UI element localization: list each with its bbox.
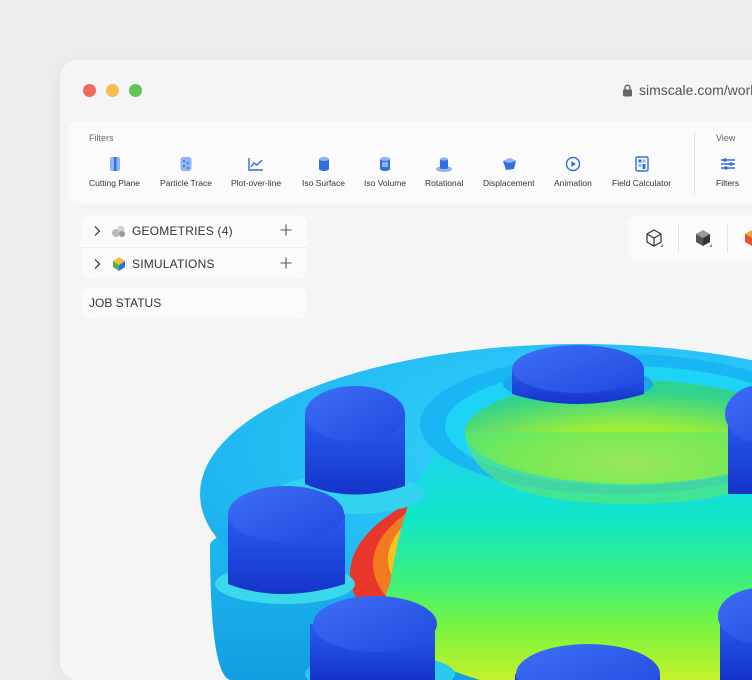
cube-results-icon bbox=[745, 230, 752, 246]
cube-solid-icon bbox=[696, 230, 712, 247]
job-status-panel[interactable]: JOB STATUS bbox=[81, 288, 307, 319]
app-window: simscale.com/work Filters Cutting Plane … bbox=[60, 60, 752, 680]
solid-view-button[interactable] bbox=[679, 215, 727, 261]
url-text: simscale.com/work bbox=[639, 82, 752, 98]
filters-toolbar: Filters Cutting Plane Particle Trace Plo… bbox=[68, 122, 752, 204]
cutting-plane-tool[interactable]: Cutting Plane bbox=[89, 152, 140, 188]
add-geometry-button[interactable] bbox=[280, 224, 292, 236]
maximize-window-button[interactable] bbox=[129, 84, 142, 97]
iso-volume-icon bbox=[380, 157, 391, 171]
view-section-label: View bbox=[716, 133, 736, 143]
results-view-button[interactable] bbox=[728, 215, 752, 261]
displacement-icon bbox=[502, 158, 516, 170]
geometries-icon bbox=[112, 225, 125, 237]
particle-trace-icon bbox=[180, 157, 192, 171]
view-orientation-toolbar bbox=[628, 215, 752, 261]
iso-surface-icon bbox=[318, 157, 329, 171]
view-filters-tool[interactable]: Filters bbox=[716, 152, 739, 188]
lock-icon bbox=[623, 84, 632, 96]
job-status-label: JOB STATUS bbox=[89, 296, 162, 310]
bolt bbox=[215, 486, 355, 604]
close-window-button[interactable] bbox=[83, 84, 96, 97]
rotational-icon bbox=[436, 157, 453, 172]
model-tree: GEOMETRIES (4) SIMULATIONS bbox=[81, 215, 307, 279]
browser-titlebar: simscale.com/work bbox=[60, 60, 752, 120]
animation-tool[interactable]: Animation bbox=[554, 152, 592, 188]
sliders-icon bbox=[720, 158, 735, 170]
tree-item-geometries[interactable]: GEOMETRIES (4) bbox=[81, 215, 307, 247]
tree-item-simulations[interactable]: SIMULATIONS bbox=[81, 248, 307, 280]
wireframe-view-button[interactable] bbox=[630, 215, 678, 261]
particle-trace-tool[interactable]: Particle Trace bbox=[160, 152, 212, 188]
address-bar[interactable]: simscale.com/work bbox=[622, 82, 752, 98]
chevron-right-icon bbox=[94, 259, 101, 269]
cutting-plane-icon bbox=[109, 157, 120, 171]
iso-volume-tool[interactable]: Iso Volume bbox=[364, 152, 406, 188]
plot-over-line-icon bbox=[248, 158, 264, 171]
simulations-icon bbox=[113, 257, 125, 271]
iso-surface-tool[interactable]: Iso Surface bbox=[302, 152, 345, 188]
plot-over-line-tool[interactable]: Plot-over-line bbox=[231, 152, 281, 188]
animation-icon bbox=[565, 156, 581, 172]
displacement-tool[interactable]: Displacement bbox=[483, 152, 535, 188]
field-calculator-tool[interactable]: Field Calculator bbox=[612, 152, 671, 188]
rotational-tool[interactable]: Rotational bbox=[425, 152, 463, 188]
field-calculator-icon bbox=[634, 156, 649, 172]
filters-section-label: Filters bbox=[89, 133, 114, 143]
toolbar-divider bbox=[694, 132, 695, 194]
cube-outline-icon bbox=[646, 229, 663, 247]
chevron-right-icon bbox=[94, 226, 101, 236]
minimize-window-button[interactable] bbox=[106, 84, 119, 97]
add-simulation-button[interactable] bbox=[280, 257, 292, 269]
